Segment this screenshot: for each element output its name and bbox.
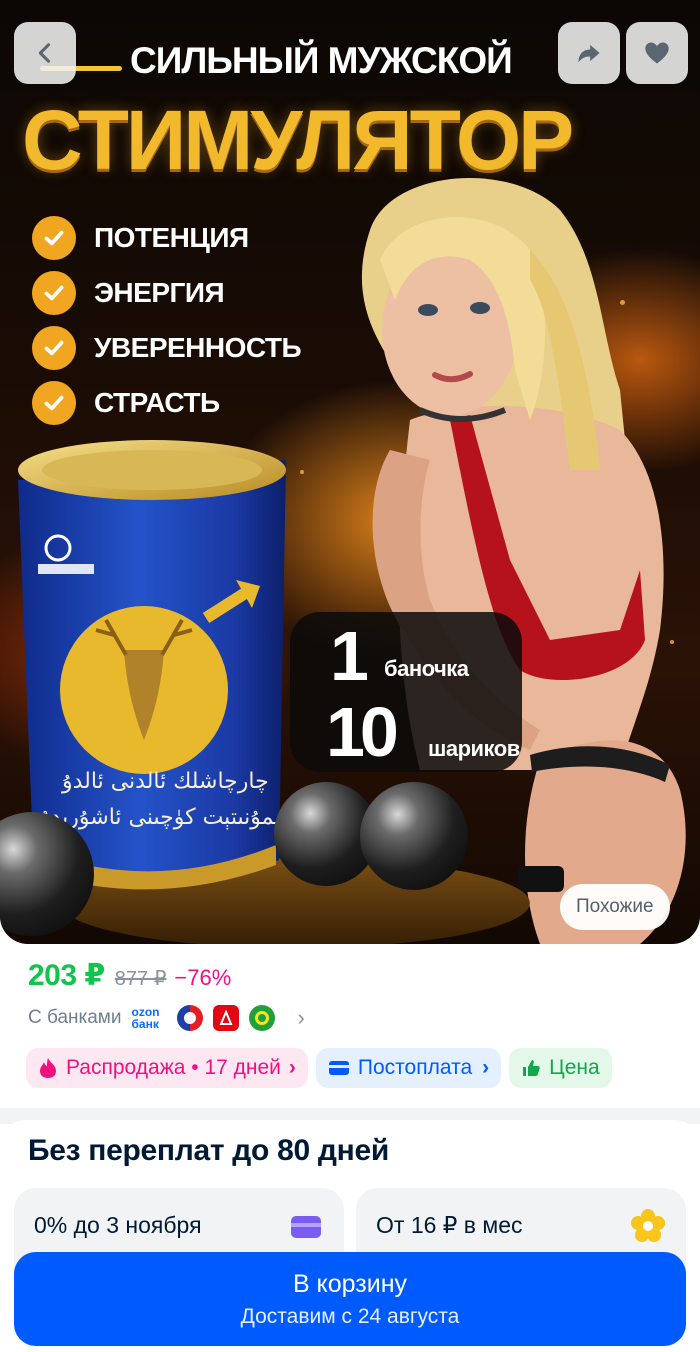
flower-icon [631, 1209, 665, 1242]
can-script-line1: چارچاشلك ئالدنى ئالدۇ [61, 769, 269, 794]
can-script-line2: ئىممۇنىتېت كۈچىنى ئاشۇرىدۇ [39, 805, 299, 830]
add-to-cart-label: В корзину [292, 1270, 408, 1298]
bank-icon-1 [177, 1005, 204, 1031]
old-price: 877 ₽ [114, 968, 167, 990]
check-icon [32, 326, 76, 370]
back-button[interactable] [14, 22, 76, 84]
banner-title: СТИМУЛЯТОР [22, 93, 574, 187]
check-icon [32, 381, 76, 425]
banks-label: С банками [28, 1007, 122, 1028]
back-arrow-icon [38, 43, 51, 63]
price-row: 203 ₽ 877 ₽ −76% [28, 958, 231, 993]
product-image[interactable]: СИЛЬНЫЙ МУЖСКОЙ СТИМУЛЯТОР ПОТЕНЦИЯ ЭНЕР… [0, 0, 700, 944]
heart-icon [645, 42, 669, 64]
bank-icon-2 [213, 1005, 240, 1031]
favorite-button[interactable] [626, 22, 688, 84]
credit-card-icon [291, 1216, 321, 1238]
card-icon [328, 1061, 349, 1075]
sale-chip-label: Распродажа • 17 дней [66, 1056, 281, 1079]
badge-can-count: 1 [330, 617, 369, 695]
bank-offers-row[interactable]: С банками ozon банк › [28, 1002, 305, 1034]
discount-percent: −76% [174, 965, 232, 990]
banner-subtitle: СИЛЬНЫЙ МУЖСКОЙ [130, 40, 513, 81]
benefit-item: ПОТЕНЦИЯ [32, 216, 301, 260]
badge-can-label: баночка [384, 656, 469, 681]
add-to-cart-button[interactable]: В корзину Доставим с 24 августа [14, 1252, 686, 1346]
sale-chip[interactable]: Распродажа • 17 дней › [26, 1048, 308, 1088]
thumbs-up-icon [523, 1060, 540, 1076]
check-icon [32, 216, 76, 260]
installment-card-2-label: От 16 ₽ в мес [376, 1212, 523, 1238]
price-chip[interactable]: Цена [509, 1048, 612, 1088]
fire-icon [40, 1058, 56, 1078]
badge-ball-label: шариков [428, 736, 520, 761]
benefit-item: СТРАСТЬ [32, 381, 301, 425]
installment-card-1-label: 0% до 3 ноября [34, 1212, 202, 1238]
benefit-label: СТРАСТЬ [94, 387, 220, 418]
benefit-label: УВЕРЕННОСТЬ [94, 332, 302, 363]
benefit-item: УВЕРЕННОСТЬ [32, 326, 302, 370]
installments-title: Без переплат до 80 дней [28, 1134, 389, 1167]
price-chip-label: Цена [549, 1056, 600, 1079]
similar-products-button[interactable]: Похожие [560, 884, 670, 930]
ozon-bank-logo-line2: банк [131, 1017, 159, 1031]
promo-chips: Распродажа • 17 дней › Постоплата › Цена [26, 1048, 620, 1088]
bank-icon-3 [249, 1005, 276, 1031]
chevron-right-icon: › [482, 1056, 490, 1079]
postpay-chip-label: Постоплата [357, 1056, 473, 1079]
chevron-right-icon: › [288, 1056, 296, 1079]
share-button[interactable] [558, 22, 620, 84]
current-price: 203 ₽ [28, 959, 105, 992]
ozon-bank-logo: ozon банк [131, 1006, 169, 1030]
benefit-label: ПОТЕНЦИЯ [94, 222, 249, 253]
benefits-list: ПОТЕНЦИЯ ЭНЕРГИЯ УВЕРЕННОСТЬ СТРАСТЬ [32, 216, 302, 436]
benefit-label: ЭНЕРГИЯ [94, 277, 225, 308]
product-ball [360, 782, 468, 890]
quantity-badge: 1 баночка 10 шариков [290, 612, 522, 772]
share-icon [578, 44, 600, 63]
postpay-chip[interactable]: Постоплата › [315, 1048, 502, 1088]
chevron-right-icon: › [297, 1005, 305, 1030]
badge-ball-count: 10 [326, 693, 399, 771]
benefit-item: ЭНЕРГИЯ [32, 271, 301, 315]
delivery-date-label: Доставим с 24 августа [240, 1305, 460, 1328]
check-icon [32, 271, 76, 315]
